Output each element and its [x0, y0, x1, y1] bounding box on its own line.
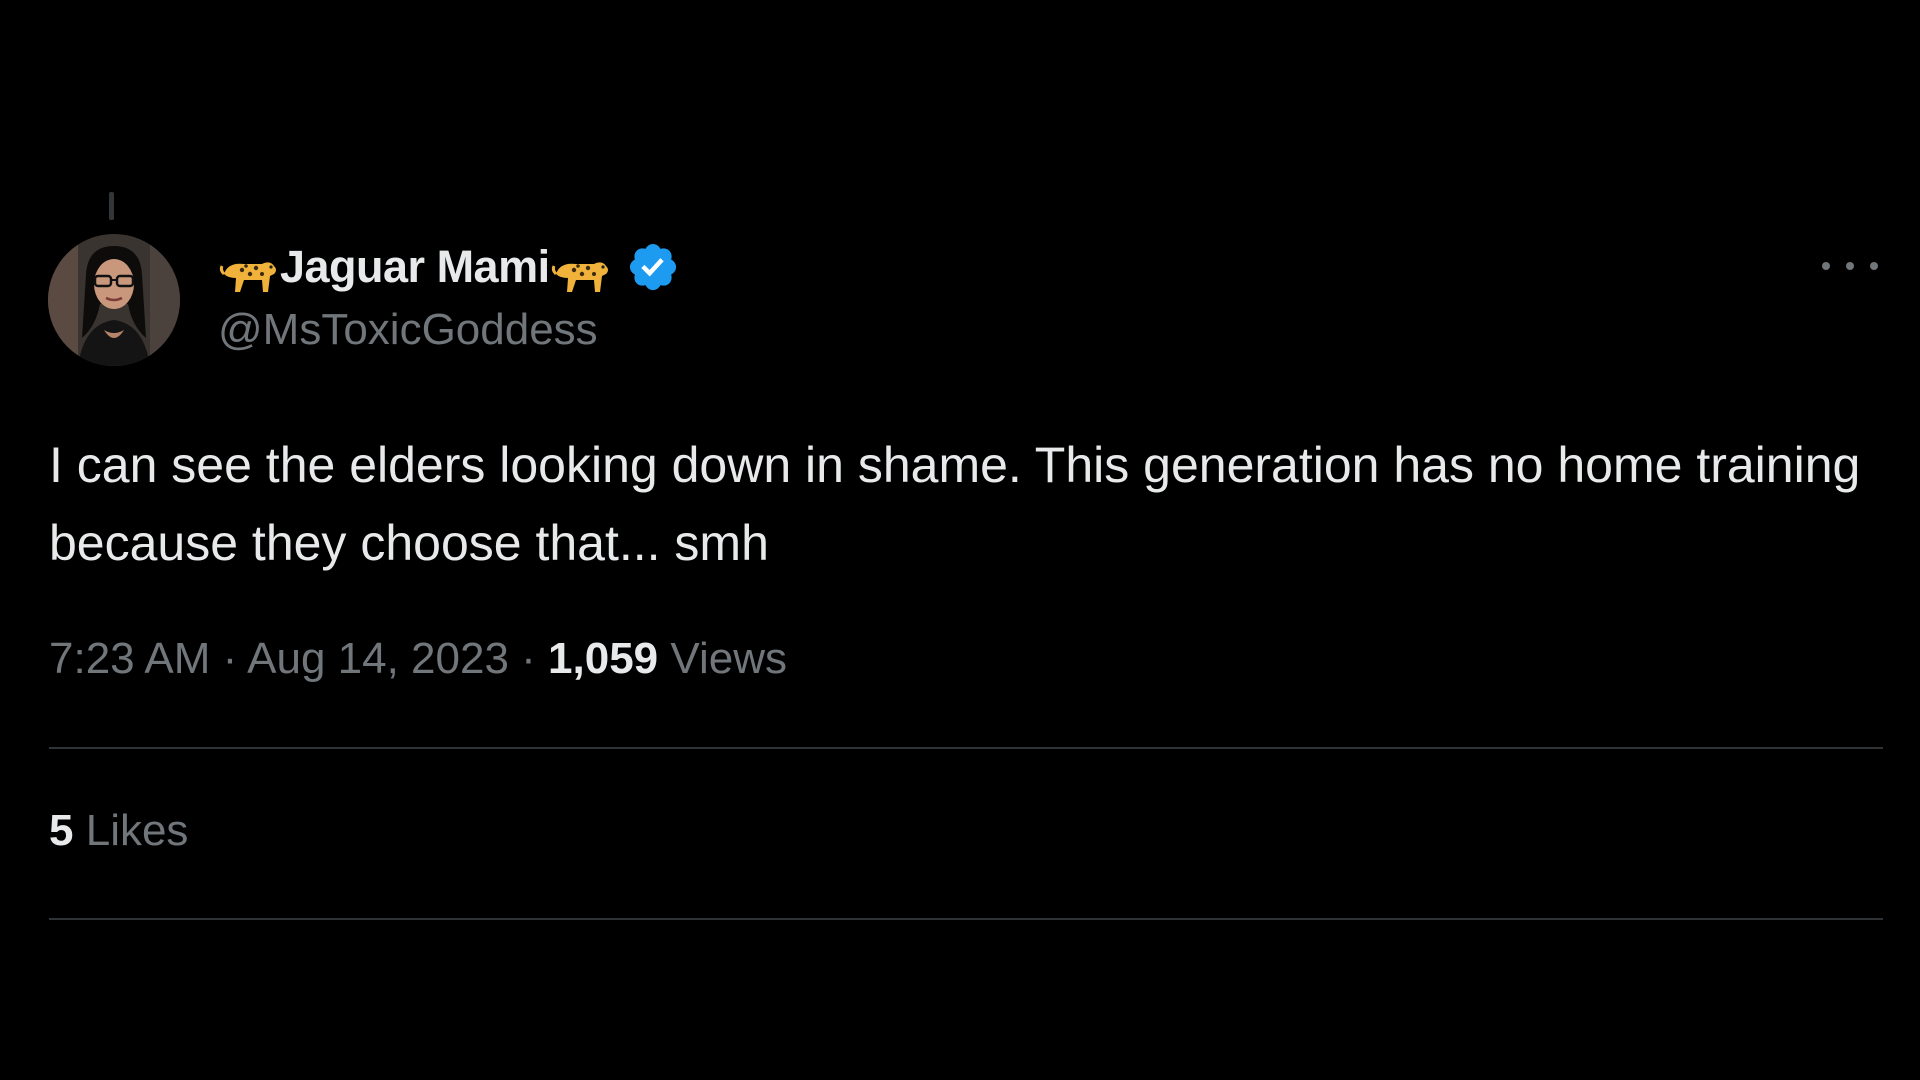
likes-count[interactable]: 5 — [49, 806, 73, 855]
author-name-row[interactable]: Jaguar Mami — [218, 238, 680, 296]
views-label[interactable]: Views — [670, 634, 787, 683]
meta-separator: · — [521, 634, 536, 683]
tweet-time[interactable]: 7:23 AM — [49, 634, 210, 683]
tweet-date[interactable]: Aug 14, 2023 — [247, 634, 509, 683]
views-count[interactable]: 1,059 — [548, 634, 658, 683]
likes-stat[interactable]: 5 Likes — [49, 806, 188, 856]
more-dot — [1822, 262, 1830, 270]
thread-connector-line — [109, 192, 114, 220]
avatar[interactable] — [48, 234, 180, 366]
divider — [49, 918, 1883, 920]
tweet-text: I can see the elders looking down in sha… — [49, 437, 1861, 571]
author-display-name[interactable]: Jaguar Mami — [280, 241, 550, 293]
verified-badge-icon[interactable] — [626, 240, 680, 294]
leopard-emoji-icon — [218, 252, 280, 296]
meta-separator: · — [222, 634, 238, 683]
divider — [49, 747, 1883, 749]
more-dot — [1870, 262, 1878, 270]
more-dot — [1846, 262, 1854, 270]
tweet-metadata: 7:23 AM · Aug 14, 2023 · 1,059 Views — [49, 634, 787, 684]
more-options-icon[interactable] — [1822, 248, 1878, 284]
likes-label[interactable]: Likes — [86, 806, 189, 855]
author-handle[interactable]: @MsToxicGoddess — [218, 305, 598, 355]
leopard-emoji-icon — [550, 252, 612, 296]
